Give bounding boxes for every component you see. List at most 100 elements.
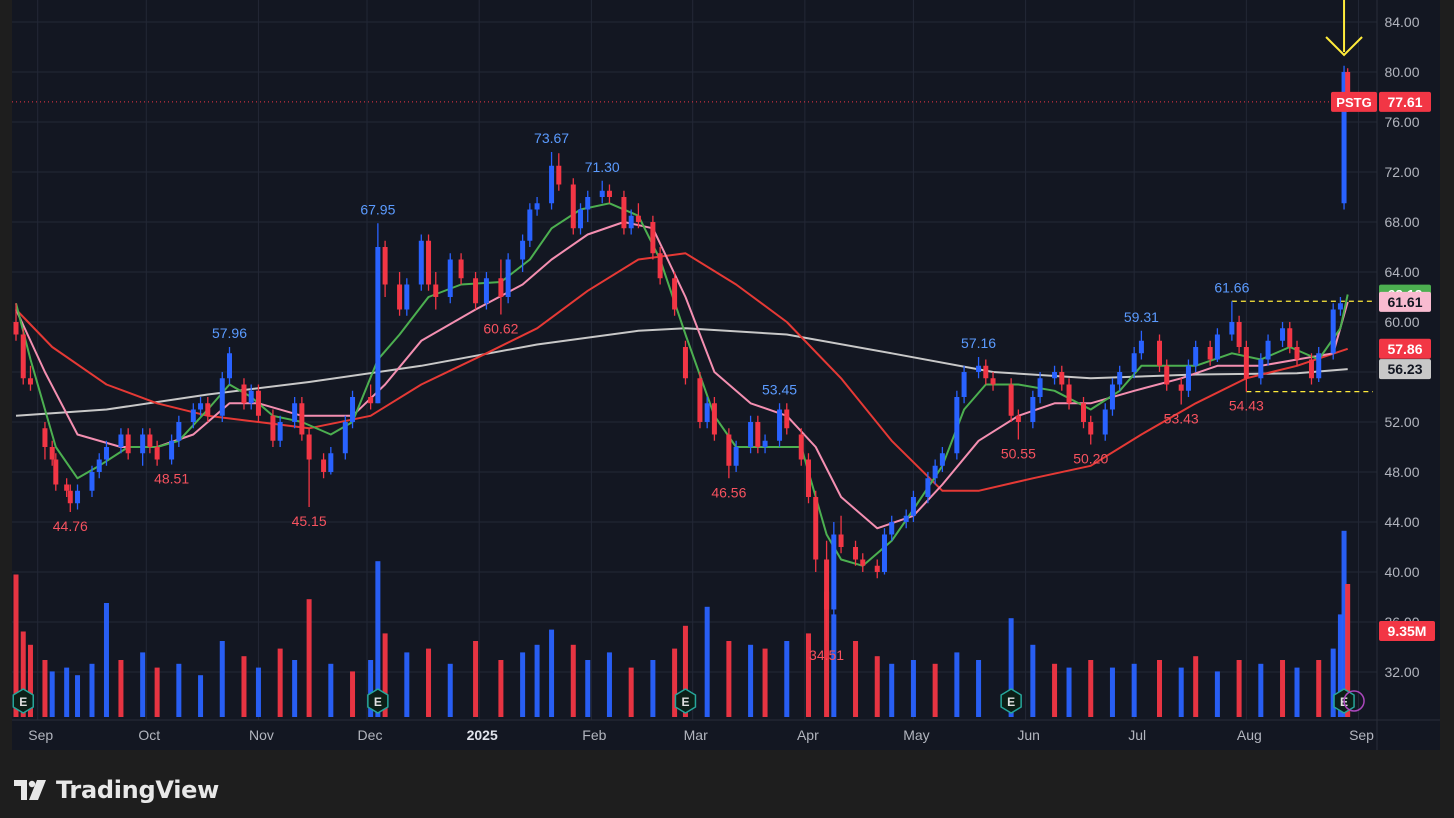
candle-body [190,409,196,422]
candle-body [838,534,844,547]
candle-body [628,215,634,229]
candle-body [255,390,261,416]
candle-body [350,397,356,422]
candle-body [299,403,305,435]
candle-body [342,422,348,454]
earnings-label: E [681,695,689,709]
candle-body [585,197,591,210]
y-tick-label: 76.00 [1384,114,1419,130]
x-tick-label: Jun [1017,727,1040,743]
candle-body [118,434,124,447]
ticker-badge-label: PSTG [1336,95,1371,110]
volume-bar [910,660,916,717]
candle-body [527,209,533,241]
volume-bar [1316,660,1322,717]
volume-bar [784,641,790,717]
volume-badge-label: 9.35M [1388,623,1427,639]
candle-body [1131,353,1137,372]
volume-bar [140,652,146,717]
price-chart[interactable]: 44.76 48.51 57.96 45.15 67.95 60.62 73.67 71.30… [0,0,1454,818]
candle-body [755,422,761,447]
candle-body [570,184,576,229]
candle-body [1037,378,1043,397]
swing-label: 60.62 [483,321,518,337]
candle-body [903,515,909,522]
candle-body [939,453,945,466]
volume-bar [628,667,634,717]
volume-bar [534,644,540,717]
y-tick-label: 84.00 [1384,14,1419,30]
candle-body [1088,422,1094,435]
y-tick-label: 44.00 [1384,514,1419,530]
volume-bar [1294,667,1300,717]
candle-body [881,534,887,572]
candle-body [270,415,276,441]
candle-body [762,440,768,447]
volume-bar [954,652,960,717]
candle-body [368,397,374,404]
candle-body [433,284,439,297]
tradingview-footer: TradingView [14,770,219,810]
candle-body [1164,365,1170,385]
candle-body [483,278,489,304]
candle-body [1316,353,1322,379]
candle-body [874,565,880,572]
y-tick-label: 40.00 [1384,564,1419,580]
volume-bar [426,648,432,717]
volume-bar [49,671,55,717]
candle-body [853,547,859,560]
volume-bar [154,667,160,717]
candle-body [889,522,895,535]
candle-body [205,403,211,416]
candle-body [426,240,432,285]
candle-body [1236,322,1242,347]
candle-body [1081,403,1087,422]
candle-body [328,453,334,472]
candle-body [96,459,102,472]
candle-body [1052,372,1058,379]
swing-label: 54.43 [1229,398,1264,414]
candle-body [798,434,804,460]
candle-body [198,403,204,410]
candle-body [375,247,381,404]
volume-bar [853,641,859,717]
candle-body [13,322,19,335]
volume-bar [1030,644,1036,717]
candle-body [1015,415,1021,422]
candle-body [697,378,703,422]
volume-bar [75,675,81,717]
tradingview-logo-icon [14,780,46,800]
candle-body [42,428,48,447]
x-tick-label: 2025 [467,727,498,743]
volume-bar [874,656,880,717]
candle-body [1008,384,1014,416]
candle-body [976,365,982,372]
volume-bar [1178,667,1184,717]
earnings-label: E [1007,695,1015,709]
candle-body [169,440,175,460]
price-badge-label: 57.86 [1387,341,1422,357]
volume-bar [1236,660,1242,717]
candle-body [650,222,656,254]
y-tick-label: 72.00 [1384,164,1419,180]
volume-bar [241,656,247,717]
candle-body [458,259,464,279]
candle-body [831,534,837,610]
y-tick-label: 64.00 [1384,264,1419,280]
volume-bar [292,660,298,717]
candle-body [67,490,73,504]
candle-body [824,559,830,610]
candle-body [1185,365,1191,391]
volume-bar [447,663,453,717]
x-tick-label: Sep [28,727,53,743]
volume-bar [219,641,225,717]
candle-body [748,422,754,447]
candle-body [1102,409,1108,435]
candle-body [1330,309,1336,354]
swing-label: 67.95 [360,201,395,217]
candle-body [1229,322,1235,335]
volume-bar [976,660,982,717]
volume-bar [704,606,710,717]
candle-body [27,378,33,385]
y-tick-label: 52.00 [1384,414,1419,430]
